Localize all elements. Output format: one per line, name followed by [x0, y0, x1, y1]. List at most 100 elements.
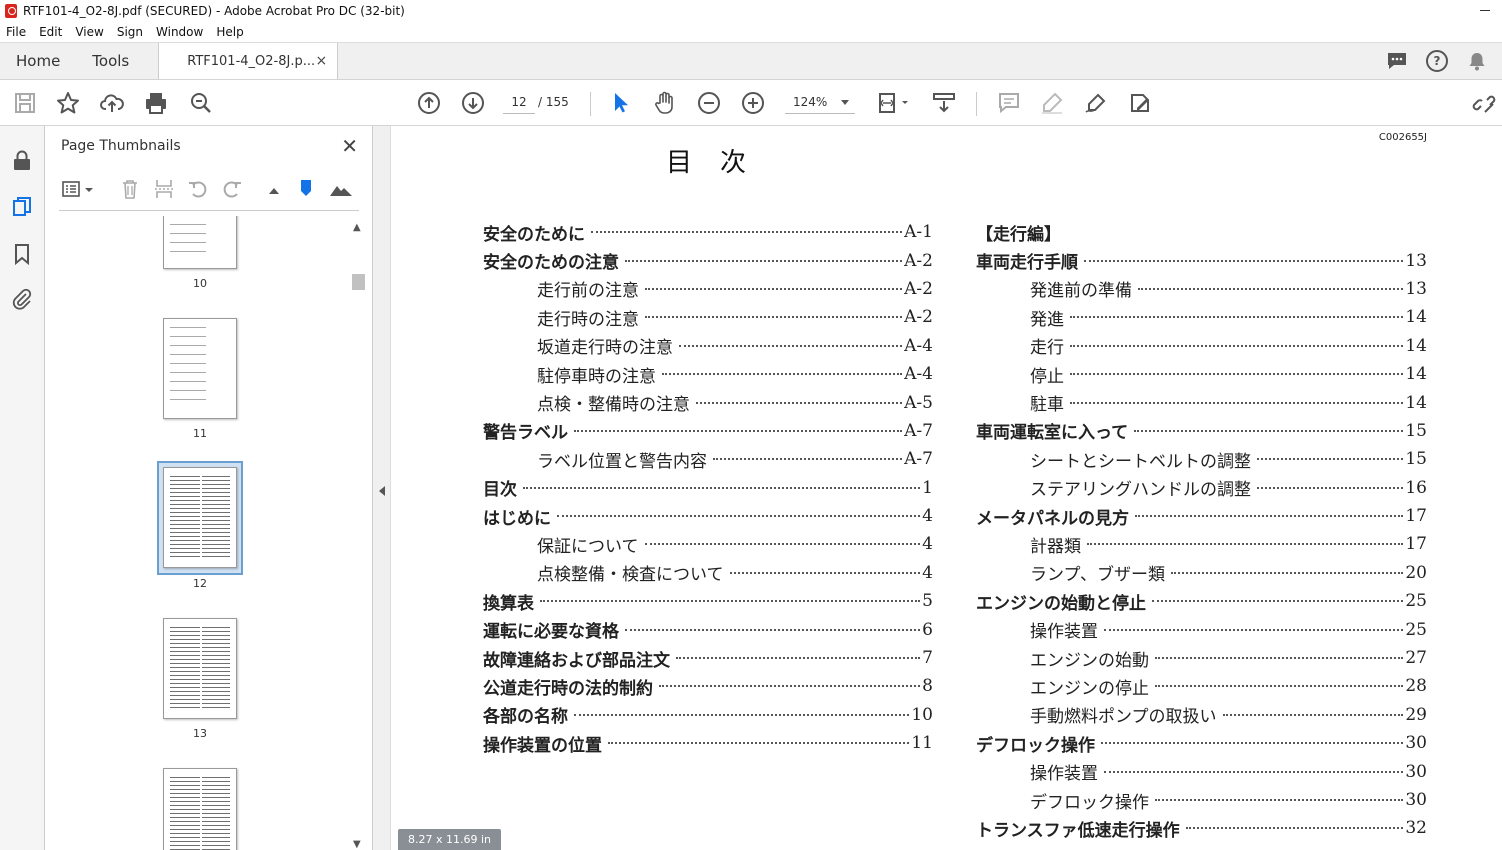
- fill-sign-icon[interactable]: [1128, 91, 1152, 115]
- toc-leader-dots: [729, 571, 921, 574]
- zoom-in-icon[interactable]: [741, 91, 765, 115]
- toc-entry-label: 故障連絡および部品注文: [483, 650, 670, 671]
- help-icon[interactable]: ?: [1426, 50, 1448, 72]
- thumbnail-page-13[interactable]: [163, 618, 237, 719]
- rotate-right-icon[interactable]: [221, 178, 243, 203]
- toc-entry-label: 計器類: [1030, 536, 1081, 557]
- toc-entry-label: 操作装置: [1030, 622, 1098, 643]
- toc-entry: トランスファ低速走行操作 32: [976, 814, 1427, 842]
- toc-leader-dots: [713, 458, 903, 461]
- menu-file[interactable]: File: [6, 25, 26, 39]
- highlight-pen-icon[interactable]: [1040, 91, 1064, 115]
- toc-entry-page: 25: [1405, 591, 1427, 612]
- thumbnail-label: 10: [193, 277, 207, 290]
- save-icon[interactable]: [13, 91, 37, 115]
- left-navigation-rail: [0, 126, 45, 850]
- toc-leader-dots: [644, 543, 921, 546]
- menu-sign[interactable]: Sign: [117, 25, 143, 39]
- print-icon[interactable]: [144, 91, 168, 115]
- minimize-icon[interactable]: [1480, 10, 1490, 11]
- zoom-level-dropdown[interactable]: 124%: [785, 90, 855, 114]
- toc-entry-page: A-4: [904, 364, 933, 385]
- scrollbar-thumb[interactable]: [352, 274, 365, 290]
- toc-entry-label: 各部の名称: [483, 707, 568, 728]
- toc-leader-dots: [1134, 429, 1404, 432]
- select-cursor-icon[interactable]: [608, 91, 632, 115]
- toc-entry-page: 25: [1405, 619, 1427, 640]
- scroll-up-arrow-icon[interactable]: ▲: [353, 222, 361, 233]
- upload-share-icon[interactable]: [100, 91, 124, 115]
- draw-sign-icon[interactable]: [1084, 91, 1108, 115]
- toc-entry: エンジンの停止 28: [976, 672, 1427, 700]
- tab-document[interactable]: RTF101-4_O2-8J.p... ×: [158, 43, 339, 79]
- zoom-search-icon[interactable]: [189, 91, 213, 115]
- close-tab-icon[interactable]: ×: [316, 53, 328, 69]
- link-sign-icon[interactable]: [1472, 91, 1496, 115]
- thumbnail-page-11[interactable]: [163, 318, 237, 419]
- toc-entry: 走行時の注意 A-2: [483, 303, 933, 331]
- scroll-mode-icon[interactable]: [932, 91, 956, 115]
- thumbnail-size-large-icon[interactable]: [329, 178, 353, 203]
- menu-window[interactable]: Window: [156, 25, 203, 39]
- panel-splitter[interactable]: [373, 126, 391, 850]
- document-view[interactable]: C002655J 目次 安全のために A-1 安全のための注意 A-2 走行前の注意 A-…: [391, 126, 1502, 850]
- tab-tools[interactable]: Tools: [76, 43, 145, 79]
- toc-entry: 運転に必要な資格 6: [483, 615, 933, 643]
- toc-entry-page: A-7: [904, 449, 933, 470]
- bookmarks-icon[interactable]: [11, 243, 33, 266]
- collapse-panel-arrow-icon[interactable]: [379, 486, 385, 496]
- toc-entry-page: 13: [1405, 250, 1427, 271]
- thumbnail-label: 11: [193, 427, 207, 440]
- toc-entry-page: 17: [1405, 534, 1427, 555]
- tab-home[interactable]: Home: [0, 43, 76, 79]
- add-comment-icon[interactable]: [997, 91, 1021, 115]
- toc-entry: デフロック操作 30: [976, 729, 1427, 757]
- menu-help[interactable]: Help: [216, 25, 243, 39]
- toc-entry-label: 公道走行時の法的制約: [483, 678, 653, 699]
- toc-leader-dots: [645, 316, 903, 319]
- previous-page-icon[interactable]: [417, 91, 441, 115]
- toc-entry: メータパネルの見方 17: [976, 502, 1427, 530]
- document-code: C002655J: [1378, 132, 1427, 143]
- toc-entry-label: 走行時の注意: [537, 309, 639, 330]
- thumbnail-tools: [59, 176, 359, 204]
- zoom-out-icon[interactable]: [697, 91, 721, 115]
- toc-entry: 安全のために A-1: [483, 218, 933, 246]
- notification-bell-icon[interactable]: [1466, 50, 1488, 75]
- thumbnail-page-12[interactable]: [163, 467, 237, 568]
- thumbnail-size-small-icon[interactable]: [267, 178, 283, 203]
- toolbar-divider: [976, 92, 977, 116]
- toc-leader-dots: [591, 231, 903, 234]
- delete-page-icon[interactable]: [119, 178, 141, 203]
- thumbnail-page-10[interactable]: [163, 216, 237, 269]
- page-thumbnails-icon[interactable]: [11, 196, 33, 218]
- thumbnail-size-slider-handle[interactable]: [299, 178, 313, 203]
- toc-leader-dots: [574, 713, 910, 716]
- comment-icon[interactable]: [1386, 50, 1408, 75]
- close-panel-icon[interactable]: ✕: [341, 134, 358, 158]
- thumbnail-page-14[interactable]: [163, 768, 237, 850]
- attachments-paperclip-icon[interactable]: [11, 288, 33, 310]
- toc-leader-dots: [523, 486, 921, 489]
- scroll-down-arrow-icon[interactable]: ▼: [353, 839, 361, 850]
- toc-entry-label: デフロック操作: [976, 735, 1095, 756]
- hand-tool-icon[interactable]: [653, 91, 677, 115]
- thumbnail-scrollbar[interactable]: ▲ ▼: [350, 218, 366, 850]
- insert-page-icon[interactable]: [153, 178, 175, 203]
- fit-page-icon[interactable]: [877, 91, 913, 115]
- next-page-icon[interactable]: [461, 91, 485, 115]
- options-menu-icon[interactable]: [61, 178, 95, 203]
- rotate-left-icon[interactable]: [187, 178, 209, 203]
- lock-icon[interactable]: [11, 149, 33, 171]
- tab-bar: Home Tools RTF101-4_O2-8J.p... × ?: [0, 42, 1502, 80]
- toc-entry-label: 警告ラベル: [483, 423, 568, 444]
- menu-edit[interactable]: Edit: [39, 25, 62, 39]
- toc-entry-page: 4: [922, 562, 933, 583]
- bookmark-star-icon[interactable]: [56, 91, 80, 115]
- toc-entry: 点検・整備時の注意 A-5: [483, 388, 933, 416]
- toc-entry-label: 走行: [1030, 338, 1064, 359]
- toc-entry-page: 7: [922, 648, 933, 669]
- menu-view[interactable]: View: [75, 25, 103, 39]
- page-number-input[interactable]: 12: [503, 90, 535, 114]
- toc-leader-dots: [1084, 259, 1404, 262]
